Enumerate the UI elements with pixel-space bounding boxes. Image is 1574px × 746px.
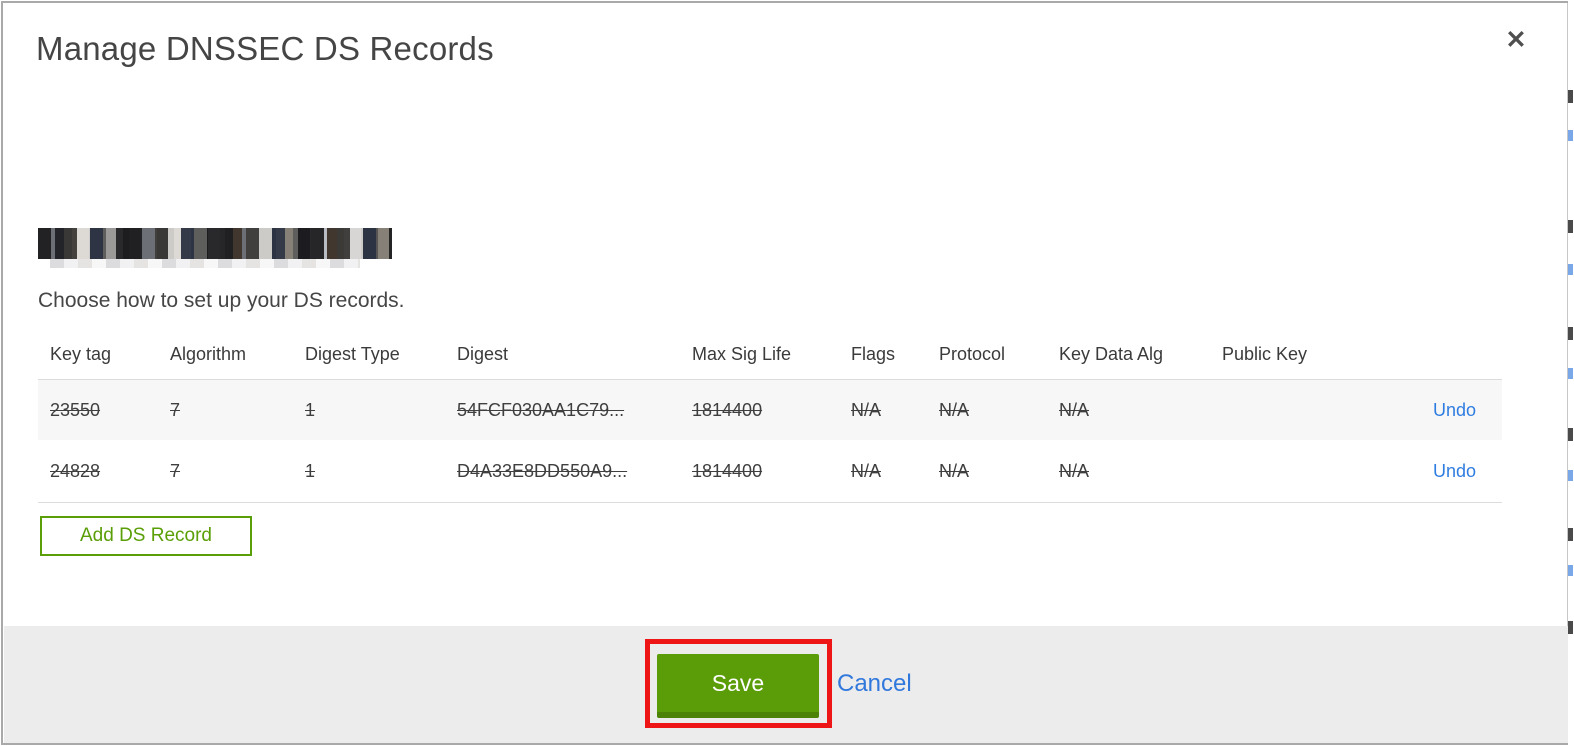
undo-link[interactable]: Undo — [1433, 400, 1476, 420]
undo-link[interactable]: Undo — [1433, 461, 1476, 481]
table-row: 24828 7 1 D4A33E8DD550A9... 1814400 N/A … — [38, 440, 1502, 503]
ds-records-table: Key tag Algorithm Digest Type Digest Max… — [38, 330, 1502, 503]
background-page-sliver — [1568, 0, 1574, 746]
cell-flags: N/A — [851, 399, 882, 420]
col-header-digest: Digest — [457, 344, 509, 364]
modal-title: Manage DNSSEC DS Records — [36, 30, 494, 67]
clipped-background-text — [1568, 220, 1573, 233]
screenshot-canvas: Manage DNSSEC DS Records ✕ Choose how to… — [0, 0, 1574, 746]
cell-digest: D4A33E8DD550A9... — [457, 460, 628, 481]
clipped-background-text — [1568, 565, 1573, 576]
clipped-background-text — [1568, 528, 1573, 541]
modal-subtitle: Choose how to set up your DS records. — [38, 289, 405, 312]
cell-key-tag: 24828 — [50, 460, 101, 481]
redacted-domain-name-blur — [50, 259, 360, 268]
col-header-algorithm: Algorithm — [170, 344, 247, 364]
cell-max-sig-life: 1814400 — [692, 460, 763, 481]
close-icon[interactable]: ✕ — [1500, 24, 1532, 56]
col-header-protocol: Protocol — [939, 344, 1006, 364]
col-header-flags: Flags — [851, 344, 896, 364]
col-header-key-tag: Key tag — [50, 344, 112, 364]
cell-digest-type: 1 — [305, 399, 316, 420]
clipped-background-text — [1568, 621, 1573, 634]
clipped-background-text — [1568, 130, 1573, 141]
manage-dnssec-modal: Manage DNSSEC DS Records ✕ Choose how to… — [2, 2, 1570, 744]
cell-max-sig-life: 1814400 — [692, 399, 763, 420]
cell-digest-type: 1 — [305, 460, 316, 481]
cell-key-data-alg: N/A — [1059, 460, 1090, 481]
save-button[interactable]: Save — [657, 654, 819, 718]
cell-key-tag: 23550 — [50, 399, 101, 420]
col-header-max-sig-life: Max Sig Life — [692, 344, 792, 364]
cell-protocol: N/A — [939, 399, 970, 420]
cancel-link[interactable]: Cancel — [837, 670, 912, 698]
add-ds-record-button[interactable]: Add DS Record — [40, 516, 252, 556]
col-header-public-key: Public Key — [1222, 344, 1308, 364]
cell-algorithm: 7 — [170, 399, 181, 420]
clipped-background-text — [1568, 264, 1573, 275]
clipped-background-text — [1568, 470, 1573, 481]
clipped-background-text — [1568, 90, 1573, 103]
table-row: 23550 7 1 54FCF030AA1C79... 1814400 N/A … — [38, 380, 1502, 440]
table-header-row: Key tag Algorithm Digest Type Digest Max… — [38, 330, 1502, 380]
cell-key-data-alg: N/A — [1059, 399, 1090, 420]
redacted-domain-name — [38, 228, 392, 259]
clipped-background-text — [1568, 327, 1573, 340]
cell-flags: N/A — [851, 460, 882, 481]
clipped-background-text — [1568, 368, 1573, 379]
cell-protocol: N/A — [939, 460, 970, 481]
cell-algorithm: 7 — [170, 460, 181, 481]
col-header-key-data-alg: Key Data Alg — [1059, 344, 1164, 364]
cell-digest: 54FCF030AA1C79... — [457, 399, 625, 420]
col-header-digest-type: Digest Type — [305, 344, 400, 364]
clipped-background-text — [1568, 428, 1573, 441]
